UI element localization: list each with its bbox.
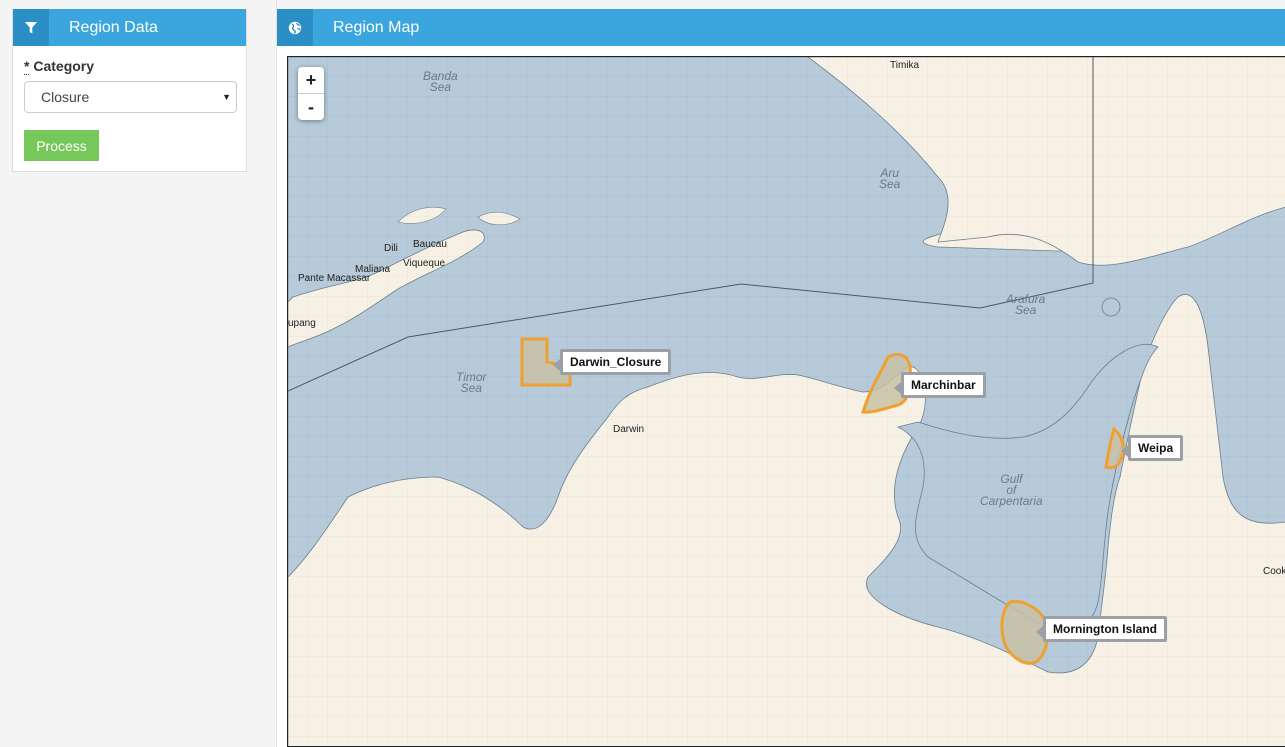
place-label-timika: Timika <box>890 60 920 71</box>
category-label-text: Category <box>33 58 95 74</box>
process-button[interactable]: Process <box>24 130 99 161</box>
region-tag-marchinbar[interactable]: Marchinbar <box>894 372 986 398</box>
region-tag-darwin-closure[interactable]: Darwin_Closure <box>552 349 672 375</box>
place-label-cooktown: Cook <box>1263 566 1285 577</box>
zoom-control: + - <box>298 67 324 120</box>
region-data-panel: Region Data * Category Closure ▼ Process <box>12 9 247 172</box>
region-map-panel: Region Map + - Timika Dili Baucau Malian… <box>277 9 1285 747</box>
place-label-baucau: Baucau <box>413 239 447 250</box>
globe-icon <box>277 9 313 46</box>
sea-label-gulf-of-carpentaria: Gulf of Carpentaria <box>980 473 1043 508</box>
place-label-darwin: Darwin <box>613 424 645 435</box>
category-select-value: Closure <box>41 89 90 105</box>
region-map-title: Region Map <box>333 18 420 36</box>
place-label-pante-macassar: Pante Macassar <box>298 273 371 284</box>
region-map-header: Region Map <box>277 9 1285 46</box>
sea-label-banda-line2: Sea <box>429 80 452 94</box>
region-tag-mornington-island[interactable]: Mornington Island <box>1036 616 1167 642</box>
zoom-out-button[interactable]: - <box>298 93 324 120</box>
sea-label-gulf-line3: Carpentaria <box>980 494 1043 508</box>
grid-overlay <box>288 57 1285 746</box>
sea-label-aru-line2: Sea <box>879 177 901 191</box>
sea-label-arafura-line2: Sea <box>1015 303 1037 317</box>
caret-down-icon: ▼ <box>222 92 231 102</box>
region-tag-weipa[interactable]: Weipa <box>1120 435 1184 461</box>
sea-label-timor-line2: Sea <box>460 381 482 395</box>
region-data-title: Region Data <box>69 18 158 36</box>
map-canvas[interactable]: + - Timika Dili Baucau Maliana Viqueque … <box>287 56 1285 747</box>
sea-label-arafura: Arafura Sea <box>1006 293 1045 317</box>
sea-label-banda: Banda Sea <box>423 70 458 94</box>
place-label-kupang: upang <box>288 318 316 329</box>
zoom-in-button[interactable]: + <box>298 67 324 93</box>
category-label: * Category <box>24 58 95 75</box>
sea-label-aru: Aru Sea <box>879 167 901 191</box>
map-svg <box>288 57 1285 746</box>
region-data-header: Region Data <box>13 9 246 46</box>
category-select[interactable]: Closure ▼ <box>24 81 237 113</box>
place-label-dili: Dili <box>384 243 398 254</box>
required-marker: * <box>24 58 30 75</box>
filter-icon <box>13 9 49 46</box>
place-label-viqueque: Viqueque <box>403 258 446 269</box>
sea-label-timor: Timor Sea <box>456 371 487 395</box>
